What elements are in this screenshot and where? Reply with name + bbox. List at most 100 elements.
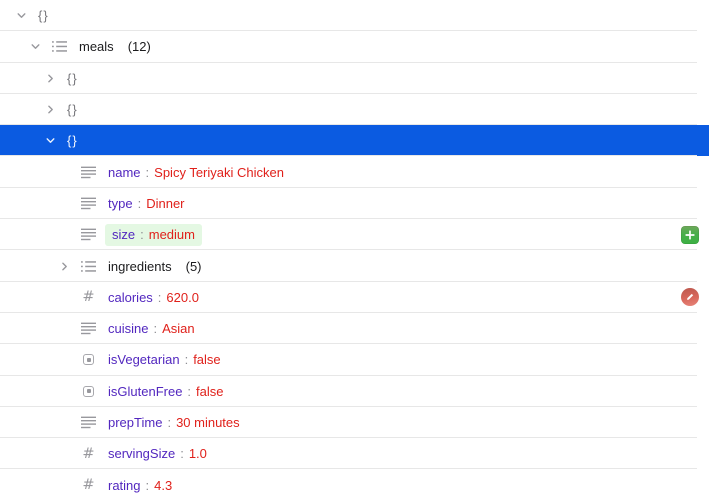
tree-row-cuisine[interactable]: cuisine: Asian bbox=[0, 312, 709, 345]
text-icon bbox=[81, 415, 96, 430]
list-icon bbox=[52, 39, 67, 54]
key-value: rating:4.3 bbox=[108, 478, 172, 493]
boolean-box-icon bbox=[83, 354, 94, 366]
key-value: prepTime:30 minutes bbox=[108, 415, 240, 430]
chevron-down-icon[interactable] bbox=[13, 8, 29, 24]
key-value-colon: : bbox=[184, 352, 189, 368]
key-label: meals bbox=[79, 39, 114, 55]
key-value-colon: : bbox=[137, 195, 142, 211]
tree-row-isGlutenFree[interactable]: isGlutenFree: false bbox=[0, 375, 709, 408]
value-text: Asian bbox=[162, 321, 195, 337]
key-value: cuisine: Asian bbox=[108, 321, 195, 336]
number-icon-glyph: # bbox=[82, 445, 95, 462]
key-label: name bbox=[108, 164, 141, 180]
boolean-icon bbox=[81, 384, 96, 399]
tree-row-object[interactable]: {} bbox=[0, 62, 709, 95]
tree-row-object[interactable]: {} bbox=[0, 93, 709, 126]
object-braces: {} bbox=[67, 70, 78, 86]
key-label: isVegetarian bbox=[108, 352, 180, 368]
key-value-colon: : bbox=[145, 477, 150, 493]
key-label: prepTime bbox=[108, 415, 163, 430]
key-value: name: Spicy Teriyaki Chicken bbox=[108, 165, 284, 180]
key-label: cuisine bbox=[108, 321, 149, 337]
key-value: type: Dinner bbox=[108, 196, 185, 211]
chevron-right-icon[interactable] bbox=[42, 102, 58, 118]
tree-row-name[interactable]: name: Spicy Teriyaki Chicken bbox=[0, 156, 709, 189]
tree-row-meals[interactable]: meals (12) bbox=[0, 31, 709, 63]
value-text: 1.0 bbox=[188, 446, 207, 462]
tree-row-rating[interactable]: # rating:4.3 bbox=[0, 469, 709, 501]
tree-row-size[interactable]: size: medium bbox=[0, 219, 709, 251]
key-label: size bbox=[112, 227, 136, 243]
value-text: Spicy Teriyaki Chicken bbox=[154, 164, 284, 180]
key-value: ingredients bbox=[108, 259, 172, 274]
key-label: type bbox=[108, 195, 133, 211]
value-text: Dinner bbox=[146, 195, 185, 211]
value-text: 620.0 bbox=[166, 289, 199, 305]
edit-value-button[interactable] bbox=[681, 288, 699, 307]
tree-row-prepTime[interactable]: prepTime:30 minutes bbox=[0, 406, 709, 439]
key-value-colon: : bbox=[167, 415, 172, 430]
chevron-down-icon[interactable] bbox=[42, 133, 58, 149]
tree-row-isVegetarian[interactable]: isVegetarian: false bbox=[0, 344, 709, 376]
number-icon-glyph: # bbox=[82, 476, 95, 493]
key-label: rating bbox=[108, 477, 141, 493]
key-value-colon: : bbox=[180, 446, 184, 462]
json-tree-rows: {} meals (12){}{}{} name: Spicy Teriyaki Chi… bbox=[0, 0, 709, 501]
chevron-down-icon[interactable] bbox=[27, 39, 43, 55]
object-braces: {} bbox=[67, 133, 78, 149]
text-icon bbox=[81, 165, 96, 180]
object-braces: {} bbox=[67, 102, 78, 118]
value-text: medium bbox=[148, 227, 195, 243]
boolean-box-icon bbox=[83, 385, 94, 397]
key-value-colon: : bbox=[157, 289, 162, 305]
tree-row-calories[interactable]: # calories:620.0 bbox=[0, 281, 709, 314]
tree-row-servingSize[interactable]: # servingSize:1.0 bbox=[0, 438, 709, 470]
text-icon bbox=[81, 321, 96, 336]
key-value: servingSize:1.0 bbox=[108, 446, 207, 461]
key-value-colon: : bbox=[140, 227, 144, 243]
text-icon bbox=[81, 227, 96, 242]
boolean-icon bbox=[81, 352, 96, 367]
number-icon: # bbox=[81, 290, 96, 305]
value-text: 30 minutes bbox=[176, 415, 240, 430]
key-value-highlighted: size: medium bbox=[105, 223, 202, 246]
chevron-right-icon[interactable] bbox=[56, 258, 72, 274]
plus-icon bbox=[685, 230, 695, 240]
key-value-colon: : bbox=[153, 321, 158, 337]
text-icon bbox=[81, 196, 96, 211]
key-value-colon: : bbox=[187, 383, 192, 399]
object-braces: {} bbox=[38, 8, 49, 24]
key-label: calories bbox=[108, 289, 153, 305]
value-text: false bbox=[193, 352, 221, 368]
key-value-colon: : bbox=[145, 164, 150, 180]
tree-row-object[interactable]: {} bbox=[0, 125, 709, 157]
children-count-badge: (5) bbox=[185, 258, 202, 274]
tree-row-ingredients[interactable]: ingredients (5) bbox=[0, 250, 709, 282]
key-value: isGlutenFree: false bbox=[108, 384, 224, 399]
add-value-button[interactable] bbox=[681, 225, 699, 244]
number-icon: # bbox=[81, 478, 96, 493]
value-text: false bbox=[196, 383, 224, 399]
key-label: servingSize bbox=[108, 446, 176, 462]
tree-row-type[interactable]: type: Dinner bbox=[0, 187, 709, 220]
chevron-right-icon[interactable] bbox=[42, 70, 58, 86]
json-tree-view: {} meals (12){}{}{} name: Spicy Teriyaki Chi… bbox=[0, 0, 709, 501]
key-label: isGlutenFree bbox=[108, 383, 183, 399]
key-value: isVegetarian: false bbox=[108, 352, 221, 367]
tree-row-object[interactable]: {} bbox=[0, 0, 709, 32]
pencil-icon bbox=[685, 292, 695, 302]
number-icon-glyph: # bbox=[82, 289, 95, 306]
value-text: 4.3 bbox=[154, 477, 173, 493]
key-value: calories:620.0 bbox=[108, 290, 199, 305]
key-label: ingredients bbox=[108, 258, 172, 274]
